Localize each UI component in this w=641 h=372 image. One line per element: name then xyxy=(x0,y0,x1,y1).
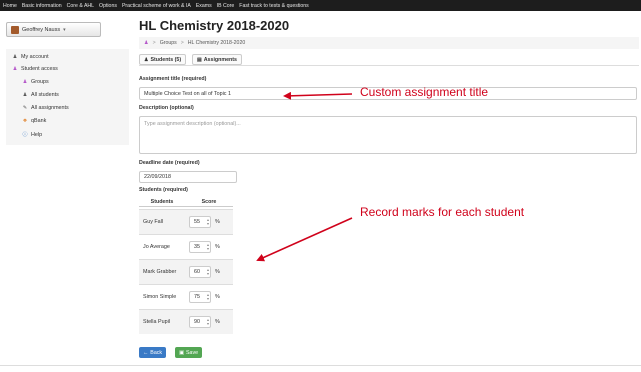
arrow-to-title xyxy=(283,91,353,100)
annotation-arrows xyxy=(256,91,353,262)
arrow-to-scores xyxy=(256,217,353,262)
